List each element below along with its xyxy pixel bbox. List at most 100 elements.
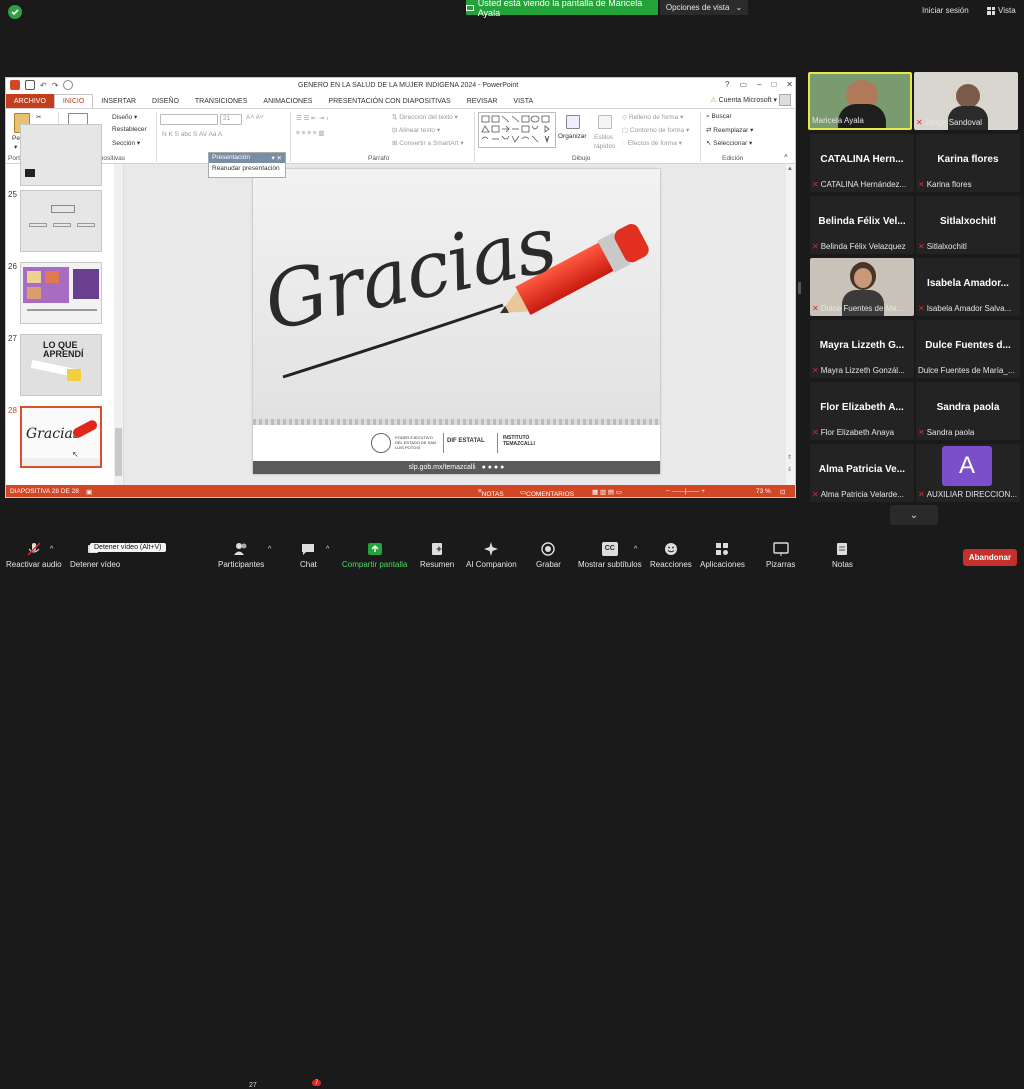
current-slide[interactable]: Gracias PODER EJECUTIVO DEL ESTADO DE SA… [253, 169, 660, 474]
participant-tile[interactable]: Mayra Lizzeth G... ✕ Mayra Lizzeth Gonzál… [810, 320, 914, 378]
cut-icon[interactable]: ✂ [36, 113, 41, 121]
captions-chevron[interactable]: ^ [634, 546, 637, 553]
smartart-button[interactable]: ⊞ Convertir a SmartArt ▾ [392, 139, 464, 147]
slide-thumbnail-25[interactable] [20, 190, 102, 252]
tab-revisar[interactable]: REVISAR [459, 94, 506, 108]
participant-tile[interactable]: CATALINA Hern... ✕ CATALINA Hernández... [810, 134, 914, 192]
shape-outline-button[interactable]: ▢ Contorno de forma ▾ [622, 126, 689, 134]
participant-tile[interactable]: Alma Patricia Ve... ✕ Alma Patricia Velar… [810, 444, 914, 502]
tab-transiciones[interactable]: TRANSICIONES [187, 94, 256, 108]
section-button[interactable]: Sección ▾ [112, 139, 140, 147]
slide-thumbnail-28[interactable]: Gracias ↖ [20, 406, 102, 468]
arrange-icon[interactable] [566, 115, 580, 129]
account-avatar[interactable] [779, 94, 791, 106]
select-button[interactable]: ↖ Seleccionar ▾ [706, 139, 752, 147]
fit-to-window-icon[interactable]: ⊡ [780, 488, 785, 496]
tab-diseno[interactable]: DISEÑO [144, 94, 187, 108]
scroll-up-icon[interactable]: ▲ [787, 166, 793, 172]
font-size-input[interactable]: 21 [220, 114, 242, 125]
grow-shrink-font-icons[interactable]: A˄ A˅ [246, 114, 264, 121]
microsoft-account[interactable]: ⚠ Cuenta Microsoft ▾ [710, 96, 777, 104]
quick-styles-icon[interactable] [598, 115, 612, 129]
chat-chevron[interactable]: ^ [326, 546, 329, 553]
popup-controls[interactable]: ▾ ✕ [271, 154, 282, 162]
slide-thumbnail-27[interactable]: LO QUE APRENDÍ [20, 334, 102, 396]
summary-button[interactable]: Resumen [420, 542, 454, 569]
shapes-gallery[interactable] [478, 112, 556, 148]
participant-tile[interactable]: Karina flores ✕ Karina flores [916, 134, 1020, 192]
comments-button[interactable]: ▭ COMENTARIOS [520, 488, 574, 497]
prev-slide-icon[interactable]: ⇑ [787, 454, 792, 461]
find-button[interactable]: ⌕ Buscar [706, 113, 732, 121]
maximize-icon[interactable]: □ [771, 80, 776, 89]
notes-button[interactable]: Notas [832, 542, 853, 569]
slide-thumbnail-24[interactable] [20, 124, 102, 186]
spellcheck-icon[interactable]: ▣ [86, 488, 92, 496]
reset-button[interactable]: Restablecer [112, 126, 147, 133]
reactions-button[interactable]: Reacciones [650, 542, 692, 569]
more-participants-button[interactable]: ⌄ [890, 505, 938, 525]
participant-tile[interactable]: Dulce Fuentes d... Dulce Fuentes de Marí… [916, 320, 1020, 378]
participant-tile[interactable]: ✕ Dulce Fuentes de Ma... [810, 258, 914, 316]
participant-tile[interactable]: Isabela Amador... ✕ Isabela Amador Salva.… [916, 258, 1020, 316]
text-direction-button[interactable]: ⇅ Dirección del texto ▾ [392, 113, 458, 121]
replace-button[interactable]: ⇄ Reemplazar ▾ [706, 126, 753, 134]
tab-archivo[interactable]: ARCHIVO [6, 94, 54, 108]
audio-options-chevron[interactable]: ^ [50, 546, 53, 553]
view-options-button[interactable]: Opciones de vista ⌄ [660, 0, 748, 15]
thumbnail-scrollbar[interactable] [114, 164, 123, 485]
ai-companion-button[interactable]: AI Companion [466, 542, 517, 569]
whiteboards-button[interactable]: Pizarras [766, 542, 795, 569]
tab-animaciones[interactable]: ANIMACIONES [255, 94, 320, 108]
share-screen-button[interactable]: Compartir pantalla [342, 542, 407, 569]
shape-fill-button[interactable]: ◇ Relleno de forma ▾ [622, 113, 683, 121]
participant-tile[interactable]: Sandra paola ✕ Sandra paola [916, 382, 1020, 440]
close-icon[interactable]: ✕ [786, 80, 793, 89]
arrange-label[interactable]: Organizar [558, 133, 587, 140]
tab-presentacion[interactable]: PRESENTACIÓN CON DIAPOSITIVAS [320, 94, 458, 108]
participant-tile[interactable]: Maricela Ayala [808, 72, 912, 130]
participant-tile[interactable]: Sitlalxochitl ✕ Sitlalxochitl [916, 196, 1020, 254]
participant-tile[interactable]: Belinda Félix Vel... ✕ Belinda Félix Vela… [810, 196, 914, 254]
undo-icon[interactable]: ↶ [40, 81, 47, 90]
quick-styles-label[interactable]: Estilos rápidos [594, 133, 618, 151]
resume-presentation-button[interactable]: Reanudar presentación [209, 163, 285, 174]
participants-button[interactable]: Participantes [218, 542, 264, 569]
slide-thumbnail-26[interactable] [20, 262, 102, 324]
bold-italic-underline-icons[interactable]: N K S abc S AV Aa A [162, 131, 222, 138]
zoom-level[interactable]: 73 % [756, 488, 771, 495]
notes-button[interactable]: ≡ NOTAS [478, 488, 504, 497]
view-mode-icons[interactable]: ▦ ▥ ▤ ▭ [592, 488, 622, 496]
redo-icon[interactable]: ↷ [52, 81, 59, 90]
font-name-input[interactable] [160, 114, 218, 125]
collapse-ribbon-icon[interactable]: ˄ [784, 153, 788, 160]
participants-chevron[interactable]: ^ [268, 546, 271, 553]
paste-dropdown-icon[interactable]: ▾ [14, 143, 17, 151]
tab-insertar[interactable]: INSERTAR [93, 94, 144, 108]
apps-button[interactable]: Aplicaciones [700, 542, 745, 569]
leave-meeting-button[interactable]: Abandonar [963, 549, 1017, 566]
scroll-thumb[interactable] [115, 428, 122, 476]
ribbon-options-icon[interactable]: ▭ [739, 80, 747, 89]
participant-tile[interactable]: Flor Elizabeth A... ✕ Flor Elizabeth Anay… [810, 382, 914, 440]
tab-inicio[interactable]: INICIO [53, 94, 94, 108]
save-icon[interactable] [25, 80, 35, 90]
chat-button[interactable]: Chat [300, 542, 317, 569]
participant-tile[interactable]: A ✕ AUXILIAR DIRECCION... [916, 444, 1020, 502]
layout-button[interactable]: Diseño ▾ [112, 113, 137, 121]
start-from-beginning-icon[interactable] [63, 80, 74, 90]
align-text-button[interactable]: ⊟ Alinear texto ▾ [392, 126, 440, 134]
record-button[interactable]: Grabar [536, 542, 561, 569]
list-icons[interactable]: ☰ ☰ ⇤ ⇥ ↕ [296, 114, 329, 122]
align-icons[interactable]: ≡ ≡ ≡ ≡ ▥ [296, 129, 325, 137]
minimize-icon[interactable]: – [757, 80, 761, 89]
shape-effects-button[interactable]: ◌ Efectos de forma ▾ [622, 139, 682, 147]
encryption-shield-icon[interactable] [8, 5, 22, 19]
sign-in-button[interactable]: Iniciar sesión [922, 6, 969, 15]
next-slide-icon[interactable]: ⇓ [787, 466, 792, 473]
slide-vertical-scrollbar[interactable]: ▲ ⇑ ⇓ [786, 164, 795, 485]
help-icon[interactable]: ? [725, 80, 729, 89]
captions-button[interactable]: CC Mostrar subtítulos [578, 542, 642, 569]
participant-tile[interactable]: ✕ Jonge Sandoval [914, 72, 1018, 130]
gallery-resize-handle[interactable] [798, 282, 801, 294]
